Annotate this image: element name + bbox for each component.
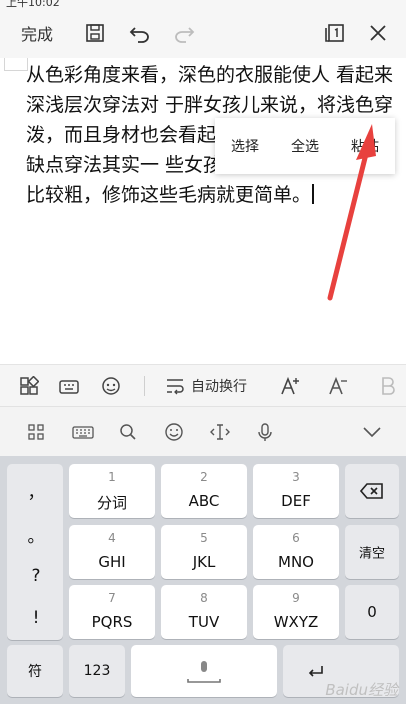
format-bar: 自动换行 — [0, 364, 406, 407]
key-7[interactable]: 7 PQRS — [69, 585, 155, 639]
close-icon[interactable] — [362, 8, 394, 58]
key-number: 3 — [292, 470, 300, 484]
save-icon[interactable] — [80, 8, 110, 58]
text-cursor — [312, 184, 315, 204]
cursor-move-icon[interactable] — [200, 407, 240, 457]
wrap-icon — [167, 379, 184, 395]
backspace-icon — [360, 483, 383, 499]
symbol-column: ， 。 ? ! — [7, 464, 63, 640]
done-button[interactable]: 完成 — [8, 8, 66, 58]
status-time: 上午10:02 — [6, 0, 60, 8]
clear-label: 清空 — [358, 546, 385, 562]
period-key[interactable]: 。 — [7, 522, 65, 547]
comma-key[interactable]: ， — [7, 478, 65, 503]
key-label: GHI — [98, 553, 126, 571]
key-9[interactable]: 9 WXYZ — [253, 585, 339, 639]
text-line: 比较粗，修饰这些毛病就更简单。 — [26, 184, 312, 206]
clear-key[interactable]: 清空 — [345, 525, 399, 579]
key-number: 2 — [200, 470, 208, 484]
paragraph-marker — [4, 58, 28, 71]
zero-key[interactable]: 0 — [345, 585, 399, 639]
font-decrease-icon[interactable] — [322, 365, 354, 407]
status-bar: 上午10:02 — [0, 0, 406, 8]
emoji-keyboard-icon[interactable] — [154, 407, 194, 457]
key-number: 5 — [200, 531, 208, 545]
key-2[interactable]: 2 ABC — [161, 464, 247, 518]
key-label: TUV — [188, 613, 220, 631]
auto-wrap-label: 自动换行 — [191, 379, 247, 395]
key-label: PQRS — [91, 613, 133, 631]
key-5[interactable]: 5 JKL — [161, 525, 247, 579]
key-label: MNO — [278, 553, 314, 571]
key-label: 分词 — [96, 494, 127, 512]
key-label: DEF — [281, 492, 311, 510]
page-view-icon[interactable] — [318, 8, 350, 58]
symbol-label: 符 — [28, 664, 42, 680]
editor-toolbar: 完成 — [0, 8, 406, 58]
symbol-key[interactable]: 符 — [7, 645, 63, 697]
text-editor[interactable]: 从色彩角度来看，深色的衣服能使人 看起来 深浅层次穿法对 于胖女孩儿来说，将浅色… — [0, 58, 406, 364]
enter-icon — [308, 666, 323, 677]
microphone-icon[interactable] — [245, 407, 285, 457]
key-label: JKL — [192, 553, 216, 571]
microphone-space-icon — [187, 661, 221, 683]
key-number: 6 — [292, 531, 300, 545]
question-key[interactable]: ? — [7, 566, 65, 586]
format-divider — [144, 376, 145, 396]
collapse-keyboard-icon[interactable] — [352, 407, 392, 457]
auto-wrap-toggle[interactable]: 自动换行 — [160, 365, 252, 407]
text-line: 深浅层次穿法对 于胖女孩儿来说，将浅色穿 — [26, 94, 394, 116]
key-number: 8 — [200, 591, 208, 605]
key-1[interactable]: 1 分词 — [69, 464, 155, 518]
text-line: 从色彩角度来看，深色的衣服能使人 看起来 — [26, 64, 394, 86]
zero-label: 0 — [367, 603, 377, 621]
number-mode-key[interactable]: 123 — [69, 645, 125, 697]
key-number: 7 — [108, 591, 116, 605]
key-6[interactable]: 6 MNO — [253, 525, 339, 579]
key-number: 4 — [108, 531, 116, 545]
search-icon[interactable] — [108, 407, 148, 457]
font-increase-icon[interactable] — [274, 365, 306, 407]
undo-icon[interactable] — [124, 8, 156, 58]
backspace-key[interactable] — [345, 464, 399, 518]
apps-grid-icon[interactable] — [16, 407, 56, 457]
key-number: 9 — [292, 591, 300, 605]
key-number: 1 — [108, 470, 116, 484]
key-8[interactable]: 8 TUV — [161, 585, 247, 639]
number-mode-label: 123 — [83, 663, 111, 679]
key-4[interactable]: 4 GHI — [69, 525, 155, 579]
context-menu: 选择 全选 粘贴 — [215, 118, 395, 174]
space-key[interactable] — [131, 645, 277, 697]
t9-keyboard: ， 。 ? ! 1 分词 2 ABC 3 DEF 4 GHI 5 JKL 6 M… — [0, 456, 406, 704]
layout-grid-icon[interactable] — [14, 365, 44, 407]
text-line-last: 比较粗，修饰这些毛病就更简单。 — [26, 180, 406, 210]
select-all-menu-item[interactable]: 全选 — [275, 136, 335, 156]
paste-menu-item[interactable]: 粘贴 — [335, 136, 395, 156]
keyboard-switch-icon[interactable] — [54, 365, 84, 407]
emoji-icon[interactable] — [96, 365, 126, 407]
keyboard-layout-icon[interactable] — [63, 407, 103, 457]
keyboard-toolbar — [0, 406, 406, 457]
exclamation-key[interactable]: ! — [7, 608, 65, 628]
baidu-watermark: Baidu经验 — [325, 681, 398, 699]
key-label: ABC — [188, 492, 220, 510]
redo-icon[interactable] — [168, 8, 200, 58]
select-menu-item[interactable]: 选择 — [215, 136, 275, 156]
bold-icon[interactable] — [372, 365, 404, 407]
key-3[interactable]: 3 DEF — [253, 464, 339, 518]
key-label: WXYZ — [273, 613, 319, 631]
